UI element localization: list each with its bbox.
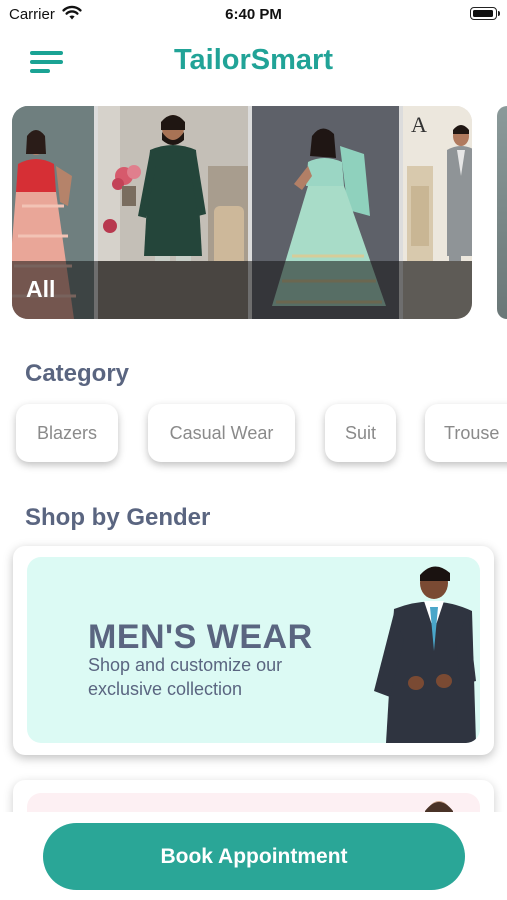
mens-wear-subtitle: Shop and customize our exclusive collect… <box>88 655 283 699</box>
app-title: TailorSmart <box>173 44 333 76</box>
book-appointment-button[interactable]: Book Appointment <box>43 823 465 890</box>
banner-carousel[interactable]: A All <box>12 106 472 319</box>
banner-label: All <box>26 276 56 302</box>
mens-wear-title: MEN'S WEAR <box>88 618 313 656</box>
shop-by-gender-title: Shop by Gender <box>25 504 211 531</box>
mens-model-image <box>374 566 476 743</box>
mens-wear-card-inner: MEN'S WEAR Shop and customize our exclus… <box>27 557 480 743</box>
category-chip-trousers[interactable]: Trouse <box>425 404 507 462</box>
svg-text:A: A <box>411 112 427 137</box>
battery-icon <box>470 7 500 20</box>
category-chip-casual-wear[interactable]: Casual Wear <box>148 404 295 462</box>
status-bar: Carrier 6:40 PM <box>0 0 507 30</box>
category-title: Category <box>25 360 130 387</box>
status-time: 6:40 PM <box>225 6 282 23</box>
category-chip-suit[interactable]: Suit <box>325 404 396 462</box>
category-chip-blazers[interactable]: Blazers <box>16 404 118 462</box>
mens-wear-card[interactable]: MEN'S WEAR Shop and customize our exclus… <box>13 546 494 755</box>
banner-next-preview[interactable] <box>497 106 507 319</box>
